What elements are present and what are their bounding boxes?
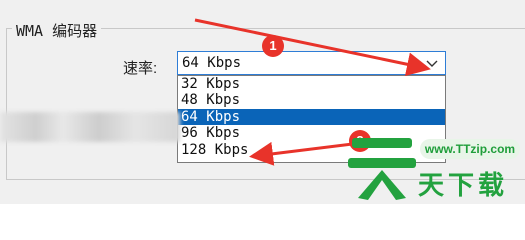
chevron-down-icon[interactable]: [425, 54, 439, 72]
rate-combobox-value: 64 Kbps: [182, 55, 242, 71]
group-title: WMA 编码器: [12, 20, 102, 41]
rate-option-selected[interactable]: 64 Kbps: [178, 108, 445, 126]
rate-option[interactable]: 48 Kbps: [178, 92, 445, 108]
rate-option[interactable]: 32 Kbps: [178, 76, 445, 92]
watermark-logo-icon: [348, 138, 416, 200]
rate-combobox[interactable]: 64 Kbps: [177, 51, 446, 75]
blurred-region: [0, 112, 180, 142]
step1-badge: 1: [262, 35, 284, 57]
watermark-url: www.TTzip.com: [420, 139, 520, 159]
watermark-text: 天下载: [418, 171, 509, 201]
rate-label: 速率:: [123, 60, 158, 77]
